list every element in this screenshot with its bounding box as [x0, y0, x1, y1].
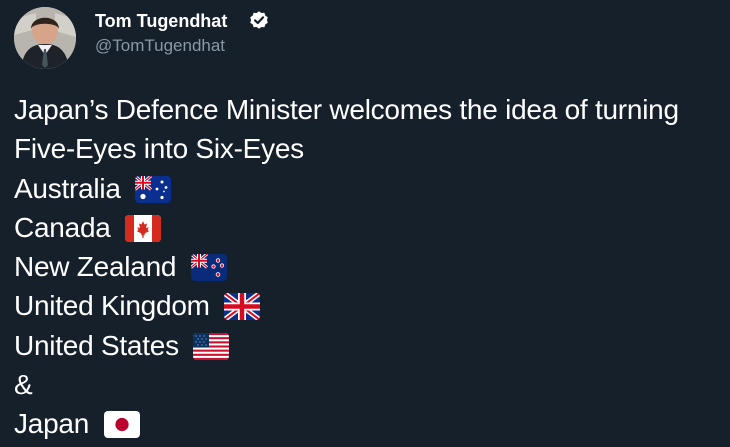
australia-flag-icon: [135, 175, 172, 203]
ampersand-text: &: [14, 369, 33, 401]
verified-badge-icon: [249, 10, 269, 30]
tweet-line-ampersand: &: [14, 365, 730, 404]
country-label-united-states: United States: [14, 329, 179, 361]
country-label-united-kingdom: United Kingdom: [14, 290, 210, 322]
country-line-united-states: United States: [14, 326, 730, 365]
tweet-text: Japan’s Defence Minister welcomes the id…: [14, 94, 679, 125]
united-states-flag-icon: [193, 332, 230, 360]
tweet-line: Japan’s Defence Minister welcomes the id…: [14, 90, 730, 129]
tweet: Tom Tugendhat @TomTugendhat Japan’s Defe…: [0, 0, 730, 447]
new-zealand-flag-icon: [190, 254, 227, 282]
tweet-line: Five-Eyes into Six-Eyes: [14, 129, 730, 168]
avatar[interactable]: [14, 7, 76, 69]
country-line-canada: Canada: [14, 208, 730, 247]
country-line-japan: Japan: [14, 404, 730, 443]
country-label-japan: Japan: [14, 408, 90, 440]
tweet-body: Japan’s Defence Minister welcomes the id…: [14, 90, 730, 444]
country-line-new-zealand: New Zealand: [14, 247, 730, 286]
country-line-australia: Australia: [14, 169, 730, 208]
country-label-new-zealand: New Zealand: [14, 251, 177, 283]
country-label-australia: Australia: [14, 172, 121, 204]
country-line-united-kingdom: United Kingdom: [14, 286, 730, 325]
japan-flag-icon: [103, 411, 140, 439]
country-label-canada: Canada: [14, 211, 111, 243]
display-name[interactable]: Tom Tugendhat: [95, 10, 227, 32]
author-handle[interactable]: @TomTugendhat: [95, 36, 225, 56]
canada-flag-icon: [125, 214, 162, 242]
tweet-text: Five-Eyes into Six-Eyes: [14, 133, 304, 165]
united-kingdom-flag-icon: [224, 293, 261, 321]
